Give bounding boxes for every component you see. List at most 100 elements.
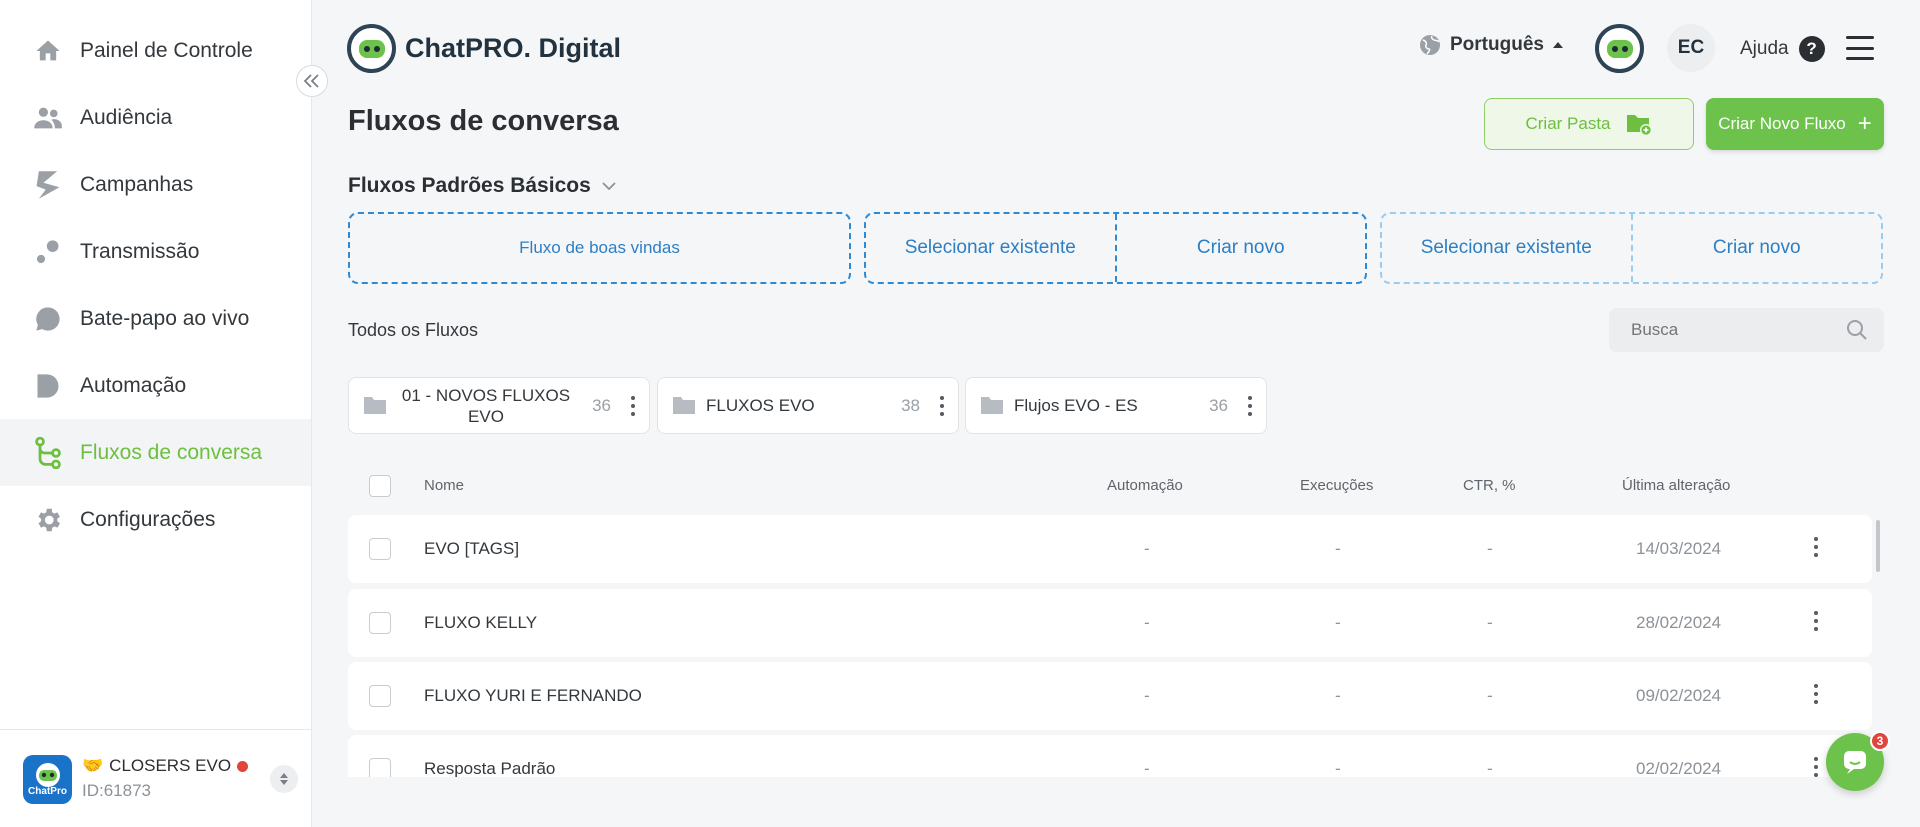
table-row[interactable]: EVO [TAGS] - - - 14/03/2024	[348, 515, 1872, 583]
globe-icon	[1420, 35, 1440, 55]
column-automation[interactable]: Automação	[1107, 477, 1183, 494]
chevron-down-icon	[602, 182, 616, 191]
create-flow-button[interactable]: Criar Novo Fluxo +	[1706, 98, 1884, 150]
flow-updated: 02/02/2024	[1636, 759, 1722, 777]
more-vertical-icon[interactable]	[631, 396, 635, 416]
create-folder-button[interactable]: Criar Pasta	[1484, 98, 1694, 150]
sidebar-item-bate-papo[interactable]: Bate-papo ao vivo	[0, 285, 311, 352]
create-flow-label: Criar Novo Fluxo	[1718, 114, 1846, 133]
gear-icon	[32, 504, 64, 536]
create-new-button[interactable]: Criar novo	[1117, 214, 1366, 282]
chat-bubble-icon	[1844, 751, 1866, 774]
folder-card[interactable]: 01 - NOVOS FLUXOS EVO 36	[348, 377, 650, 434]
chat-icon	[32, 303, 64, 335]
flow-automation: -	[1144, 759, 1150, 777]
collapse-sidebar-button[interactable]	[296, 65, 328, 97]
account-switcher[interactable]: ChatPro 🤝 CLOSERS EVO ID:61873	[0, 729, 311, 827]
select-existing-button[interactable]: Selecionar existente	[1382, 214, 1631, 282]
column-name[interactable]: Nome	[424, 477, 464, 494]
sidebar-item-audiencia[interactable]: Audiência	[0, 84, 311, 151]
more-vertical-icon[interactable]	[1248, 396, 1252, 416]
flow-name[interactable]: FLUXO KELLY	[424, 613, 537, 633]
more-vertical-icon[interactable]	[1814, 757, 1818, 777]
select-all-checkbox[interactable]	[369, 475, 391, 497]
help-label: Ajuda	[1740, 38, 1789, 59]
all-flows-title: Todos os Fluxos	[348, 320, 479, 340]
hamburger-menu-icon[interactable]	[1846, 36, 1874, 60]
create-new-button[interactable]: Criar novo	[1633, 214, 1882, 282]
help-button[interactable]: Ajuda ?	[1740, 36, 1825, 62]
folder-name: 01 - NOVOS FLUXOS EVO	[401, 385, 571, 426]
flow-icon	[32, 436, 64, 469]
column-executions[interactable]: Execuções	[1300, 477, 1373, 494]
sidebar-nav: Painel de Controle Audiência Campanhas T…	[0, 17, 311, 553]
row-checkbox[interactable]	[369, 612, 391, 634]
flow-name[interactable]: EVO [TAGS]	[424, 539, 519, 559]
search-icon[interactable]	[1846, 319, 1868, 341]
sidebar-item-automacao[interactable]: Automação	[0, 352, 311, 419]
people-icon	[32, 102, 64, 134]
flow-name[interactable]: FLUXO YURI E FERNANDO	[424, 686, 642, 706]
more-vertical-icon[interactable]	[1814, 537, 1818, 557]
sidebar-item-label: Transmissão	[80, 239, 200, 263]
folder-count: 36	[1209, 395, 1228, 415]
user-avatar[interactable]: EC	[1667, 24, 1715, 72]
support-chat-button[interactable]: 3	[1826, 731, 1890, 791]
table-row[interactable]: FLUXO KELLY - - - 28/02/2024	[348, 589, 1872, 657]
sidebar-item-configuracoes[interactable]: Configurações	[0, 486, 311, 553]
account-id: ID:61873	[82, 781, 151, 800]
status-dot	[237, 760, 249, 772]
flow-ctr: -	[1487, 613, 1493, 632]
bot-avatar[interactable]	[1595, 24, 1644, 73]
folder-card[interactable]: Flujos EVO - ES 36	[965, 377, 1267, 434]
more-vertical-icon[interactable]	[1814, 684, 1818, 704]
flow-ctr: -	[1487, 759, 1493, 777]
robot-icon	[35, 763, 60, 787]
brand-logo[interactable]: ChatPRO. Digital	[347, 24, 621, 73]
welcome-flow-label: Fluxo de boas vindas	[519, 238, 680, 257]
double-chevron-left-icon	[303, 74, 319, 88]
switch-account-button[interactable]	[270, 765, 298, 793]
row-checkbox[interactable]	[369, 758, 391, 777]
row-checkbox[interactable]	[369, 685, 391, 707]
account-avatar: ChatPro	[23, 755, 72, 804]
sidebar-item-transmissao[interactable]: Transmissão	[0, 218, 311, 285]
select-existing-button[interactable]: Selecionar existente	[866, 214, 1115, 282]
more-vertical-icon[interactable]	[940, 396, 944, 416]
broadcast-icon	[32, 236, 64, 268]
flow-updated: 09/02/2024	[1636, 686, 1722, 705]
flow-automation: -	[1144, 539, 1150, 558]
flow-name[interactable]: Resposta Padrão	[424, 759, 555, 777]
folder-card[interactable]: FLUXOS EVO 38	[657, 377, 959, 434]
sidebar-item-label: Campanhas	[80, 172, 194, 196]
row-checkbox[interactable]	[369, 538, 391, 560]
sidebar-item-fluxos[interactable]: Fluxos de conversa	[0, 419, 311, 486]
column-ctr[interactable]: CTR, %	[1463, 477, 1516, 494]
flow-updated: 28/02/2024	[1636, 613, 1722, 632]
flow-ctr: -	[1487, 539, 1493, 558]
language-selector[interactable]: Português	[1418, 33, 1564, 57]
table-row[interactable]: FLUXO YURI E FERNANDO - - - 09/02/2024	[348, 662, 1872, 730]
folder-plus-icon	[1626, 115, 1652, 136]
folder-count: 38	[901, 395, 920, 415]
flow-executions: -	[1335, 539, 1341, 558]
table-row[interactable]: Resposta Padrão - - - 02/02/2024	[348, 735, 1872, 777]
handshake-emoji: 🤝	[82, 756, 104, 775]
sidebar-item-campanhas[interactable]: Campanhas	[0, 151, 311, 218]
sidebar-item-label: Audiência	[80, 105, 173, 129]
flow-executions: -	[1335, 613, 1341, 632]
flow-ctr: -	[1487, 686, 1493, 705]
sidebar-item-label: Configurações	[80, 507, 216, 531]
sidebar-item-painel[interactable]: Painel de Controle	[0, 17, 311, 84]
automation-icon	[32, 370, 64, 402]
basic-flows-toggle[interactable]: Fluxos Padrões Básicos	[348, 174, 617, 198]
table-scrollbar[interactable]	[1876, 520, 1880, 572]
folder-icon	[364, 397, 386, 414]
plus-icon: +	[1857, 110, 1872, 137]
flow-executions: -	[1335, 759, 1341, 777]
column-last-updated[interactable]: Última alteração	[1622, 477, 1730, 494]
more-vertical-icon[interactable]	[1814, 611, 1818, 631]
sidebar-item-label: Bate-papo ao vivo	[80, 306, 250, 330]
welcome-flow-slot[interactable]: Fluxo de boas vindas	[348, 212, 851, 284]
search-input[interactable]	[1631, 320, 1831, 340]
